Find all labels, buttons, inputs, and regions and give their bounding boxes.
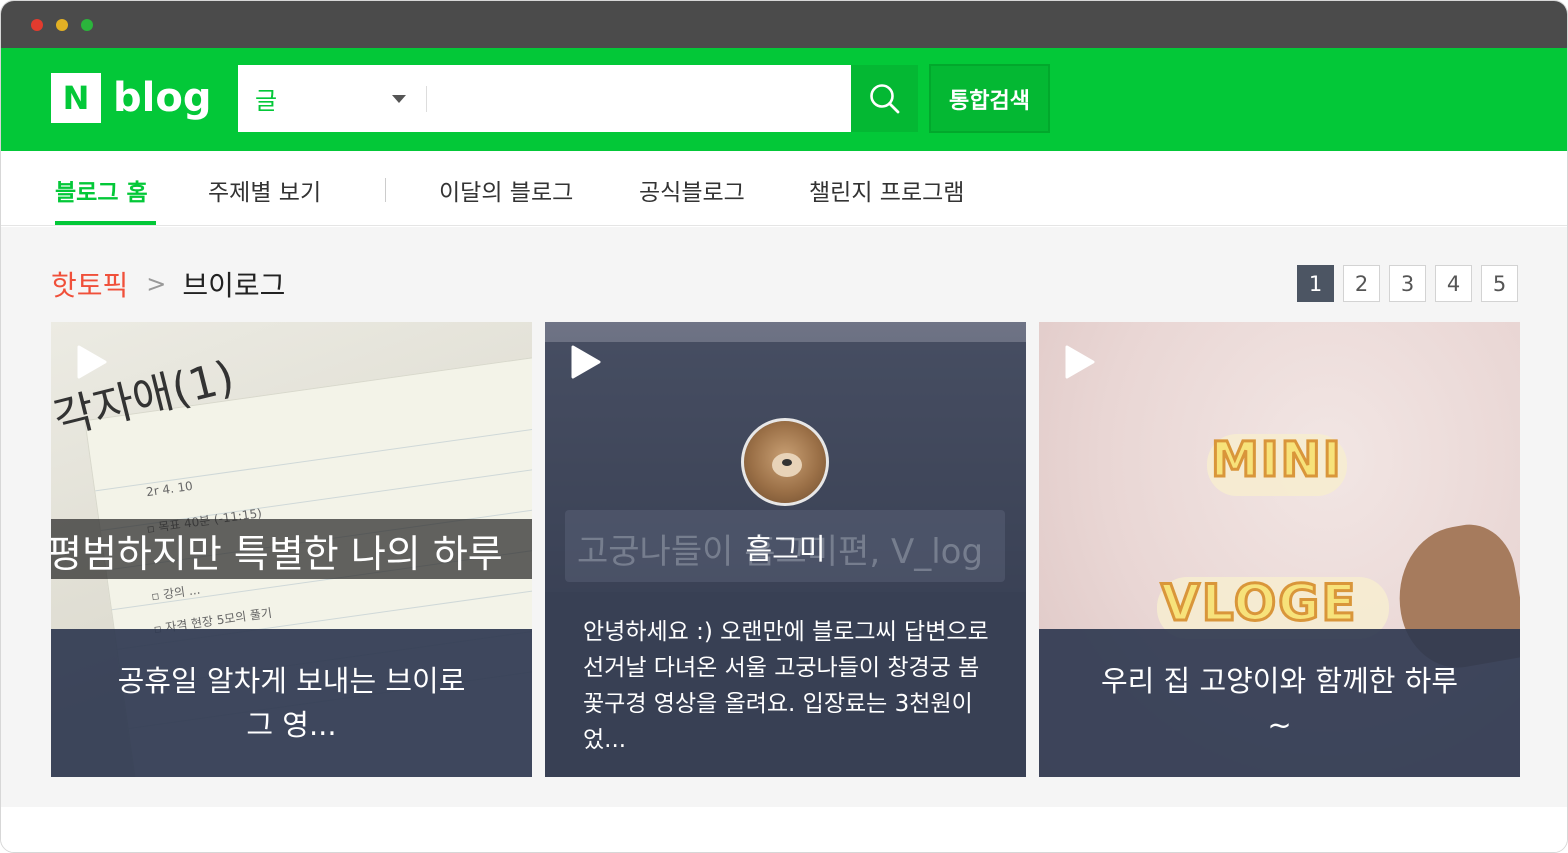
search-button[interactable] [851, 65, 918, 132]
chevron-down-icon [392, 95, 406, 103]
play-icon [1065, 345, 1095, 379]
browser-window: N blog 글 통합검색 블로그 홈 주제별 보기 이달의 블로그 공식블로그… [0, 0, 1568, 853]
nav-item-blog-home[interactable]: 블로그 홈 [55, 173, 148, 207]
page-button-5[interactable]: 5 [1481, 265, 1518, 302]
sticker-vloge: VLOGE [1159, 573, 1358, 634]
naver-blog-logo[interactable]: N blog [51, 73, 211, 123]
search-scope-value: 글 [255, 87, 278, 115]
page-button-4[interactable]: 4 [1435, 265, 1472, 302]
blog-logo-text: blog [113, 75, 212, 121]
window-titlebar [1, 1, 1567, 48]
nav-item-topics[interactable]: 주제별 보기 [208, 173, 321, 207]
image-caption-text: 평범하지만 특별한 나의 하루 [51, 532, 503, 576]
section-heading: 핫토픽 > 브이로그 [51, 264, 285, 304]
card-caption-overlay: 우리 집 고양이와 함께한 하루~ [1039, 629, 1520, 777]
page-button-2[interactable]: 2 [1343, 265, 1380, 302]
chevron-right-icon: > [146, 270, 167, 298]
sticker-mini: MINI [1210, 431, 1343, 490]
naver-logo-mark: N [51, 73, 101, 123]
nav-active-indicator [55, 221, 156, 225]
author-name[interactable]: 흠그미 [545, 526, 1026, 568]
search-icon [869, 83, 899, 113]
hot-topic-label[interactable]: 핫토픽 [51, 264, 128, 304]
total-search-button[interactable]: 통합검색 [929, 64, 1050, 133]
page-button-1[interactable]: 1 [1297, 265, 1334, 302]
nav-item-official-blog[interactable]: 공식블로그 [639, 173, 745, 207]
video-card-3[interactable]: MINI VLOGE 우리 집 고양이와 함께한 하루~ [1039, 322, 1520, 777]
maximize-window-button[interactable] [81, 19, 93, 31]
nav-item-challenge-program[interactable]: 챌린지 프로그램 [809, 173, 964, 207]
search-scope-dropdown[interactable]: 글 [238, 65, 426, 132]
play-icon [77, 345, 107, 379]
video-card-2[interactable]: 고궁나들이 흠그미편, V_log 흠그미 안녕하세요 :) 오랜만에 블로그씨… [545, 322, 1026, 777]
page-footer-space [1, 807, 1567, 852]
close-window-button[interactable] [31, 19, 43, 31]
topic-name: 브이로그 [182, 269, 286, 302]
blog-header: N blog 글 통합검색 [1, 48, 1567, 151]
search-input[interactable] [427, 65, 851, 132]
pagination: 1 2 3 4 5 [1297, 265, 1518, 302]
play-icon [571, 345, 601, 379]
nav-item-blog-of-month[interactable]: 이달의 블로그 [439, 173, 573, 207]
hot-topic-section: 핫토픽 > 브이로그 1 2 3 4 5 각자애(1) 2r 4. 10 ▫ 강… [1, 227, 1567, 807]
search-box: 글 [238, 65, 851, 132]
card-title[interactable]: 우리 집 고양이와 함께한 하루~ [1099, 659, 1460, 747]
author-avatar[interactable] [741, 418, 829, 506]
card-title[interactable]: 공휴일 알차게 보내는 브이로그 영... [111, 659, 472, 747]
card-description[interactable]: 안녕하세요 :) 오랜만에 블로그씨 답변으로 선거날 다녀온 서울 고궁나들이… [583, 614, 998, 758]
card-caption-overlay: 공휴일 알차게 보내는 브이로그 영... [51, 629, 532, 777]
video-card-1[interactable]: 각자애(1) 2r 4. 10 ▫ 목표 40분 (-11:15) ▫ 강의 .… [51, 322, 532, 777]
main-nav: 블로그 홈 주제별 보기 이달의 블로그 공식블로그 챌린지 프로그램 [1, 151, 1567, 226]
page-button-3[interactable]: 3 [1389, 265, 1426, 302]
minimize-window-button[interactable] [56, 19, 68, 31]
nav-divider [385, 178, 386, 202]
